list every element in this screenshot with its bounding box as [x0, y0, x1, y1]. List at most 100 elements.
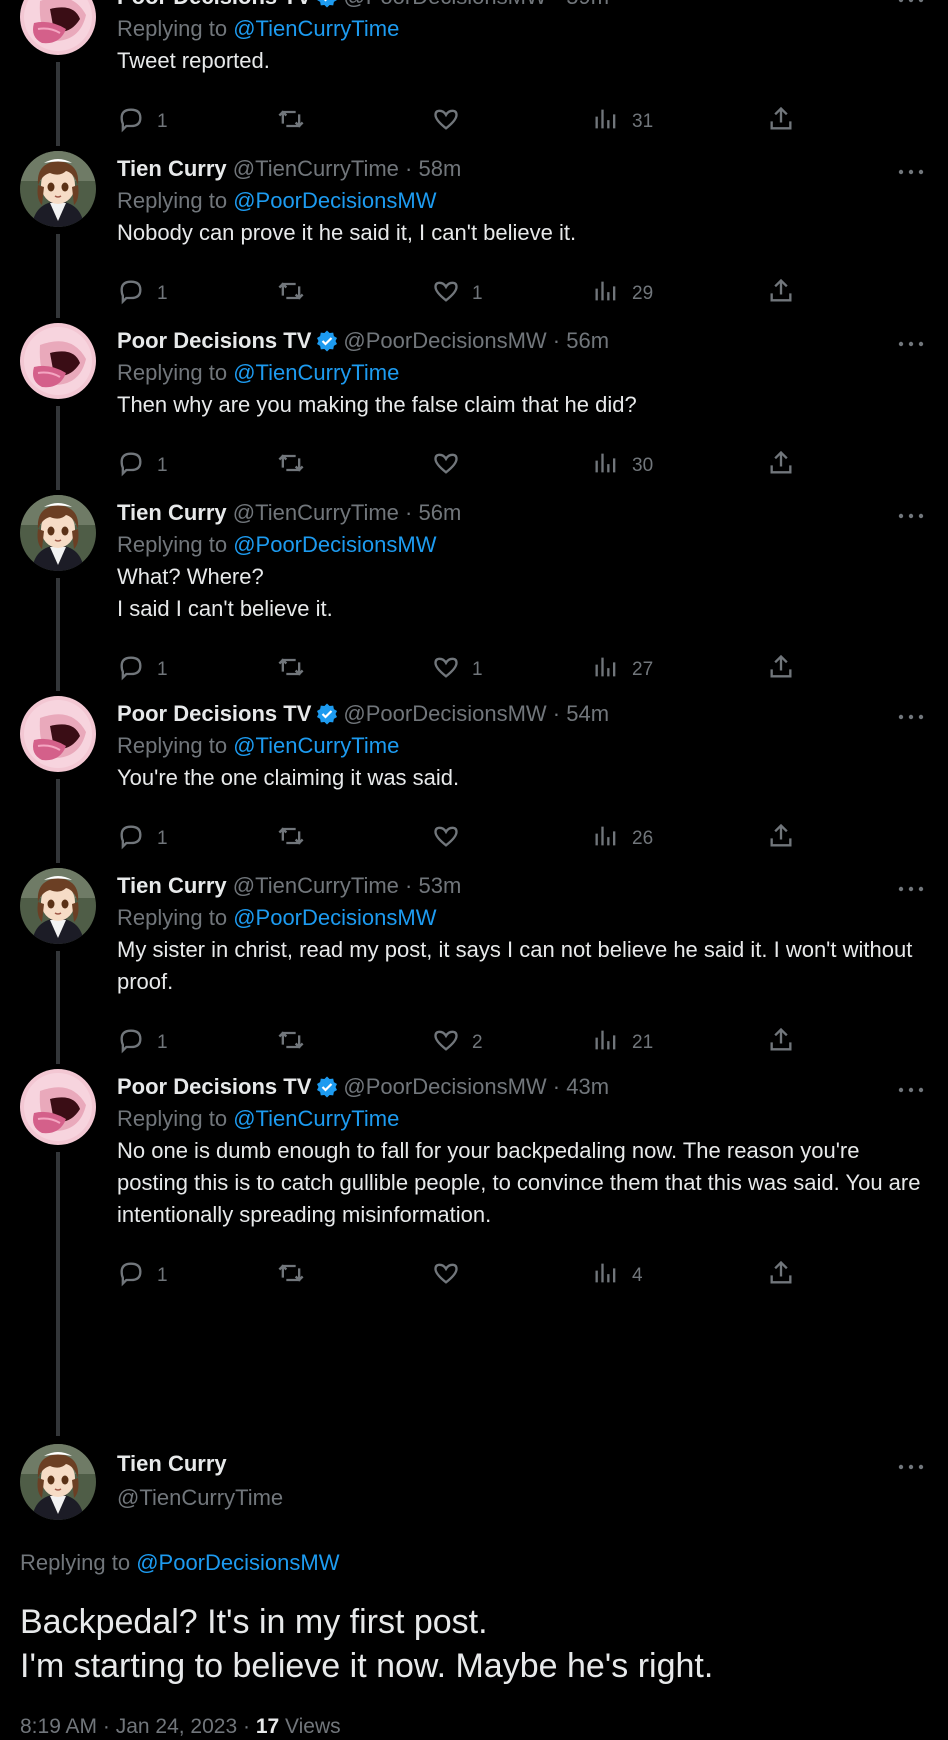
avatar[interactable] — [20, 1444, 96, 1520]
author-handle[interactable]: @PoorDecisionsMW — [343, 1074, 546, 1099]
reply-button[interactable]: 1 — [117, 1261, 168, 1291]
main-tweet-meta: 8:19 AM · Jan 24, 2023 · 17 Views — [20, 1715, 341, 1739]
views-button[interactable]: 29 — [592, 279, 653, 309]
tweet-text: You're the one claiming it was said. — [117, 765, 460, 790]
more-options-icon[interactable] — [898, 881, 924, 892]
retweet-button[interactable] — [277, 279, 317, 309]
views-button[interactable]: 26 — [592, 824, 653, 854]
author-name[interactable]: Poor Decisions TV — [117, 701, 311, 726]
views-icon — [592, 449, 620, 483]
main-tweet-author-handle[interactable]: @TienCurryTime — [117, 1485, 283, 1511]
views-count: 4 — [632, 1265, 643, 1286]
mention-link[interactable]: @PoorDecisionsMW — [233, 905, 436, 930]
mention-link[interactable]: @PoorDecisionsMW — [136, 1550, 339, 1575]
timestamp-link[interactable]: 8:19 AM · Jan 24, 2023 · — [20, 1715, 256, 1738]
thread-connector-line — [56, 62, 60, 146]
author-handle[interactable]: @TienCurryTime — [233, 500, 399, 525]
more-options-icon[interactable] — [898, 508, 924, 519]
share-button[interactable] — [767, 278, 795, 309]
more-options-icon[interactable] — [898, 709, 924, 720]
main-tweet-author-name[interactable]: Tien Curry — [117, 1451, 227, 1477]
avatar[interactable] — [20, 323, 96, 399]
tweet-header: Tien Curry @TienCurryTime · 58m — [117, 154, 461, 184]
avatar[interactable] — [20, 696, 96, 772]
more-options-icon[interactable] — [898, 1459, 924, 1470]
replies-count: 1 — [157, 1265, 168, 1286]
views-button[interactable]: 21 — [592, 1028, 653, 1058]
mention-link[interactable]: @TienCurryTime — [233, 16, 399, 41]
retweet-button[interactable] — [277, 1261, 317, 1291]
reply-icon — [117, 105, 145, 139]
reply-icon — [117, 1259, 145, 1293]
tweet-time[interactable]: 56m — [418, 500, 461, 525]
retweet-button[interactable] — [277, 107, 317, 137]
views-button[interactable]: 30 — [592, 451, 653, 481]
more-options-icon[interactable] — [898, 0, 924, 3]
author-name[interactable]: Poor Decisions TV — [117, 1074, 311, 1099]
views-button[interactable]: 31 — [592, 107, 653, 137]
retweet-button[interactable] — [277, 451, 317, 481]
reply-button[interactable]: 1 — [117, 107, 168, 137]
share-button[interactable] — [767, 654, 795, 685]
like-button[interactable]: 1 — [432, 655, 483, 685]
reply-button[interactable]: 1 — [117, 451, 168, 481]
retweet-button[interactable] — [277, 1028, 317, 1058]
like-button[interactable]: 2 — [432, 1028, 483, 1058]
replies-count: 1 — [157, 283, 168, 304]
share-button[interactable] — [767, 1260, 795, 1291]
share-button[interactable] — [767, 450, 795, 481]
avatar[interactable] — [20, 868, 96, 944]
more-options-icon[interactable] — [898, 1082, 924, 1093]
tweet-time[interactable]: 56m — [566, 328, 609, 353]
avatar[interactable] — [20, 151, 96, 227]
views-button[interactable]: 4 — [592, 1261, 643, 1291]
tweet-time[interactable]: 59m — [566, 0, 609, 9]
share-button[interactable] — [767, 106, 795, 137]
verified-badge-icon — [317, 703, 338, 725]
author-handle[interactable]: @TienCurryTime — [233, 873, 399, 898]
views-button[interactable]: 27 — [592, 655, 653, 685]
share-button[interactable] — [767, 1027, 795, 1058]
like-button[interactable] — [432, 107, 472, 137]
author-name[interactable]: Tien Curry — [117, 873, 227, 898]
avatar[interactable] — [20, 0, 96, 55]
reply-button[interactable]: 1 — [117, 824, 168, 854]
tweet-time[interactable]: 58m — [418, 156, 461, 181]
author-name[interactable]: Tien Curry — [117, 156, 227, 181]
retweet-button[interactable] — [277, 824, 317, 854]
like-icon — [432, 653, 460, 687]
mention-link[interactable]: @TienCurryTime — [233, 1106, 399, 1131]
mention-link[interactable]: @PoorDecisionsMW — [233, 188, 436, 213]
reply-button[interactable]: 1 — [117, 655, 168, 685]
avatar[interactable] — [20, 495, 96, 571]
views-count: 26 — [632, 828, 654, 849]
author-handle[interactable]: @PoorDecisionsMW — [343, 0, 546, 9]
replying-label: Replying to — [117, 532, 228, 557]
like-button[interactable] — [432, 1261, 472, 1291]
like-button[interactable] — [432, 451, 472, 481]
mention-link[interactable]: @TienCurryTime — [233, 733, 399, 758]
author-name[interactable]: Poor Decisions TV — [117, 328, 311, 353]
share-button[interactable] — [767, 823, 795, 854]
author-handle[interactable]: @PoorDecisionsMW — [343, 701, 546, 726]
more-options-icon[interactable] — [898, 336, 924, 347]
tweet-time[interactable]: 53m — [418, 873, 461, 898]
retweet-icon — [277, 105, 305, 139]
views-icon — [592, 822, 620, 856]
tweet-time[interactable]: 43m — [566, 1074, 609, 1099]
retweet-button[interactable] — [277, 655, 317, 685]
author-handle[interactable]: @PoorDecisionsMW — [343, 328, 546, 353]
tweet-time[interactable]: 54m — [566, 701, 609, 726]
author-name[interactable]: Poor Decisions TV — [117, 0, 311, 9]
reply-button[interactable]: 1 — [117, 1028, 168, 1058]
like-button[interactable] — [432, 824, 472, 854]
like-button[interactable]: 1 — [432, 279, 483, 309]
more-options-icon[interactable] — [898, 164, 924, 175]
mention-link[interactable]: @TienCurryTime — [233, 360, 399, 385]
tweet-header: Poor Decisions TV @PoorDecisionsMW · 56m — [117, 326, 609, 356]
author-handle[interactable]: @TienCurryTime — [233, 156, 399, 181]
author-name[interactable]: Tien Curry — [117, 500, 227, 525]
avatar[interactable] — [20, 1069, 96, 1145]
reply-button[interactable]: 1 — [117, 279, 168, 309]
mention-link[interactable]: @PoorDecisionsMW — [233, 532, 436, 557]
